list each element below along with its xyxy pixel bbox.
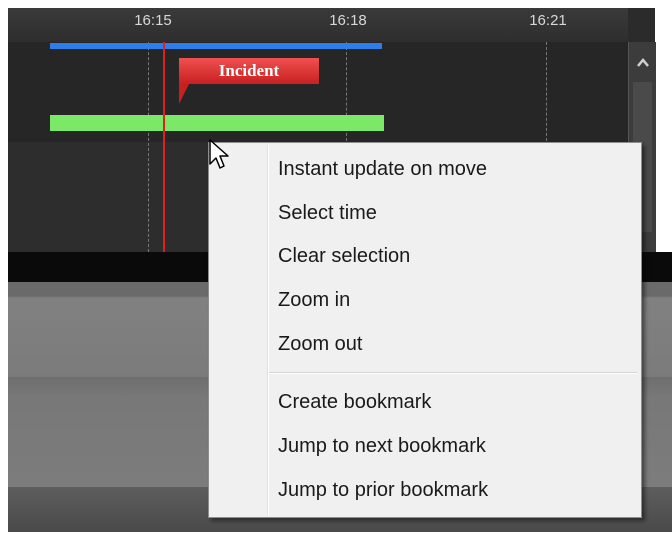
menu-item-instant-update-on-move[interactable]: Instant update on move bbox=[278, 149, 628, 189]
bookmark-flag-pointer bbox=[179, 84, 189, 104]
bookmark-flag[interactable]: Incident bbox=[179, 58, 319, 84]
menu-item-create-bookmark[interactable]: Create bookmark bbox=[278, 382, 628, 422]
menu-item-clear-selection[interactable]: Clear selection bbox=[278, 236, 628, 276]
menu-separator bbox=[269, 372, 637, 374]
menu-gutter bbox=[267, 145, 269, 515]
time-ruler[interactable]: 16:15 16:18 16:21 bbox=[8, 8, 628, 42]
menu-item-select-time[interactable]: Select time bbox=[278, 193, 628, 233]
arrow-pointer-icon bbox=[208, 138, 232, 174]
menu-item-jump-to-prior-bookmark[interactable]: Jump to prior bookmark bbox=[278, 470, 628, 510]
menu-item-jump-to-next-bookmark[interactable]: Jump to next bookmark bbox=[278, 426, 628, 466]
gridline bbox=[148, 42, 149, 252]
playhead-marker[interactable] bbox=[163, 42, 165, 252]
selection-range-bar[interactable] bbox=[50, 43, 382, 49]
recording-bar[interactable] bbox=[50, 115, 384, 131]
tick-label: 16:21 bbox=[529, 12, 567, 29]
context-menu: Instant update on move Select time Clear… bbox=[208, 142, 642, 518]
menu-item-zoom-out[interactable]: Zoom out bbox=[278, 324, 628, 364]
chevron-up-icon[interactable] bbox=[629, 54, 656, 72]
tick-label: 16:15 bbox=[134, 12, 172, 29]
tick-label: 16:18 bbox=[329, 12, 367, 29]
menu-item-zoom-in[interactable]: Zoom in bbox=[278, 280, 628, 320]
